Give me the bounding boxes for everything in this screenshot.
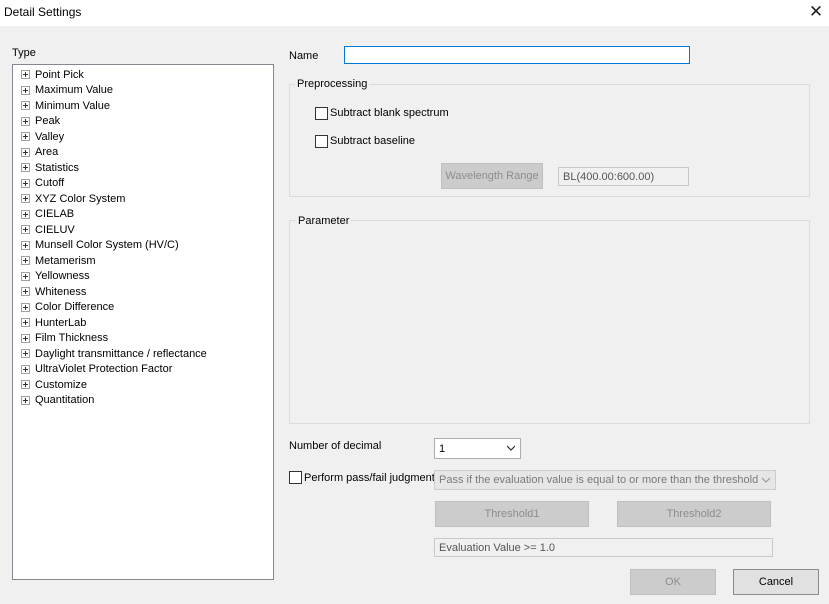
parameter-label: Parameter [296, 215, 352, 227]
tree-item-label[interactable]: HunterLab [35, 317, 86, 329]
wavelength-range-field: BL(400.00:600.00) [558, 167, 689, 186]
tree-item[interactable]: Maximum Value [21, 83, 113, 98]
tree-item[interactable]: UltraViolet Protection Factor [21, 362, 172, 377]
tree-item-label[interactable]: Yellowness [35, 270, 90, 282]
decimal-value: 1 [439, 442, 446, 455]
tree-item-label[interactable]: Cutoff [35, 177, 64, 189]
tree-item-label[interactable]: CIELAB [35, 208, 74, 220]
tree-item-label[interactable]: Point Pick [35, 69, 84, 81]
tree-item[interactable]: Cutoff [21, 176, 64, 191]
plus-box-icon[interactable] [21, 178, 30, 188]
plus-box-icon[interactable] [21, 302, 30, 312]
tree-item[interactable]: Minimum Value [21, 98, 110, 113]
tree-item[interactable]: Quantitation [21, 393, 94, 408]
tree-item[interactable]: Metamerism [21, 253, 96, 268]
name-input[interactable] [344, 46, 690, 64]
tree-item[interactable]: Yellowness [21, 269, 90, 284]
tree-item[interactable]: XYZ Color System [21, 191, 125, 206]
evaluation-field: Evaluation Value >= 1.0 [434, 538, 773, 557]
tree-item-label[interactable]: Valley [35, 131, 64, 143]
tree-item[interactable]: Statistics [21, 160, 79, 175]
tree-item[interactable]: Daylight transmittance / reflectance [21, 346, 207, 361]
tree-item[interactable]: Color Difference [21, 300, 114, 315]
plus-box-icon[interactable] [21, 271, 30, 281]
ok-button[interactable]: OK [630, 569, 716, 595]
tree-item-label[interactable]: Maximum Value [35, 84, 113, 96]
judgment-label[interactable]: Perform pass/fail judgment [304, 472, 435, 484]
close-icon[interactable]: ✕ [806, 1, 826, 23]
judgment-mode-value: Pass if the evaluation value is equal to… [439, 474, 759, 486]
subtract-blank-checkbox[interactable] [315, 107, 328, 120]
tree-item-label[interactable]: XYZ Color System [35, 193, 125, 205]
tree-item-label[interactable]: UltraViolet Protection Factor [35, 363, 172, 375]
plus-box-icon[interactable] [21, 395, 30, 405]
parameter-group [289, 220, 810, 424]
tree-item-label[interactable]: CIELUV [35, 224, 75, 236]
plus-box-icon[interactable] [21, 85, 30, 95]
threshold1-button[interactable]: Threshold1 [435, 501, 589, 527]
plus-box-icon[interactable] [21, 287, 30, 296]
tree-item[interactable]: Peak [21, 114, 60, 129]
plus-box-icon[interactable] [21, 333, 30, 343]
plus-box-icon[interactable] [21, 240, 30, 250]
title-bar: Detail Settings ✕ [0, 0, 829, 26]
tree-item[interactable]: Customize [21, 377, 87, 392]
threshold2-button[interactable]: Threshold2 [617, 501, 771, 527]
plus-box-icon[interactable] [21, 194, 30, 203]
tree-item-label[interactable]: Color Difference [35, 301, 114, 313]
plus-box-icon[interactable] [21, 163, 30, 172]
plus-box-icon[interactable] [21, 101, 30, 110]
wavelength-range-button[interactable]: Wavelength Range [441, 163, 543, 189]
subtract-baseline-checkbox[interactable] [315, 135, 328, 148]
plus-box-icon[interactable] [21, 147, 30, 157]
judgment-checkbox[interactable] [289, 471, 302, 484]
tree-item[interactable]: Valley [21, 129, 64, 144]
cancel-button[interactable]: Cancel [733, 569, 819, 595]
tree-item-label[interactable]: Minimum Value [35, 100, 110, 112]
tree-item-label[interactable]: Whiteness [35, 286, 86, 298]
tree-item-label[interactable]: Area [35, 146, 58, 158]
tree-item-label[interactable]: Quantitation [35, 394, 94, 406]
tree-item-label[interactable]: Daylight transmittance / reflectance [35, 348, 207, 360]
tree-item-label[interactable]: Statistics [35, 162, 79, 174]
preprocessing-label: Preprocessing [295, 78, 370, 90]
plus-box-icon[interactable] [21, 364, 30, 374]
decimal-select[interactable]: 1 [434, 438, 521, 459]
plus-box-icon[interactable] [21, 70, 30, 79]
plus-box-icon[interactable] [21, 225, 30, 234]
tree-item[interactable]: Whiteness [21, 284, 86, 299]
plus-box-icon[interactable] [21, 209, 30, 219]
type-label: Type [12, 47, 36, 59]
type-tree[interactable]: Point Pick Maximum Value Minimum Value Peak… [12, 64, 274, 580]
window-title: Detail Settings [4, 5, 82, 19]
tree-item-label[interactable]: Munsell Color System (HV/C) [35, 239, 179, 251]
chevron-down-icon [507, 445, 515, 451]
name-label: Name [289, 50, 319, 62]
chevron-down-icon [762, 477, 770, 483]
decimal-label: Number of decimal [289, 440, 382, 452]
plus-box-icon[interactable] [21, 116, 30, 126]
subtract-baseline-label[interactable]: Subtract baseline [330, 135, 415, 147]
plus-box-icon[interactable] [21, 132, 30, 141]
tree-item-label[interactable]: Customize [35, 379, 87, 391]
tree-item[interactable]: CIELAB [21, 207, 74, 222]
tree-item[interactable]: Munsell Color System (HV/C) [21, 238, 179, 253]
tree-item[interactable]: CIELUV [21, 222, 75, 237]
tree-item[interactable]: Film Thickness [21, 331, 108, 346]
tree-item[interactable]: Point Pick [21, 67, 84, 82]
plus-box-icon[interactable] [21, 318, 30, 327]
plus-box-icon[interactable] [21, 256, 30, 265]
subtract-blank-label[interactable]: Subtract blank spectrum [330, 107, 449, 119]
plus-box-icon[interactable] [21, 349, 30, 358]
judgment-mode-select[interactable]: Pass if the evaluation value is equal to… [434, 470, 776, 490]
plus-box-icon[interactable] [21, 380, 30, 389]
tree-item-label[interactable]: Metamerism [35, 255, 96, 267]
tree-item-label[interactable]: Peak [35, 115, 60, 127]
tree-item[interactable]: HunterLab [21, 315, 86, 330]
tree-item[interactable]: Area [21, 145, 58, 160]
tree-item-label[interactable]: Film Thickness [35, 332, 108, 344]
